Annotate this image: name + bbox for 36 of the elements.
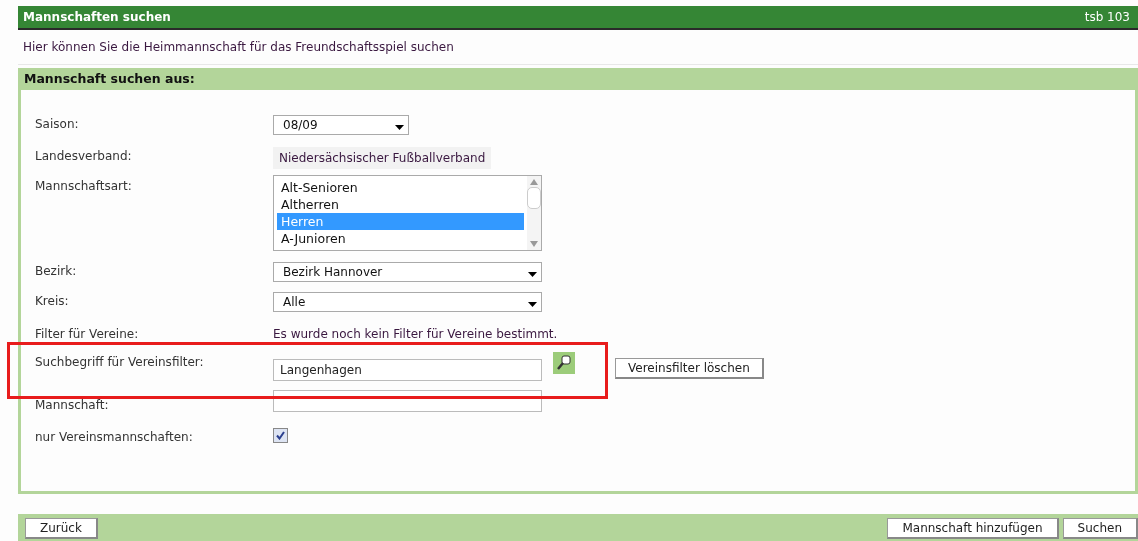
list-option[interactable]: Altherren: [277, 196, 524, 213]
back-button[interactable]: Zurück: [25, 517, 98, 539]
field-label: Filter für Vereine:: [35, 326, 140, 341]
panel-title: Mannschaft suchen aus:: [21, 68, 1135, 90]
footer-button[interactable]: Suchen: [1062, 517, 1138, 539]
caret-icon: [528, 272, 537, 277]
checkbox[interactable]: [273, 428, 288, 443]
field-label: Mannschaft:: [35, 397, 110, 412]
intro-text: Hier können Sie die Heimmannschaft für das Freundschaftsspiel suchen: [18, 30, 1138, 65]
field-label: Bezirk:: [35, 263, 78, 278]
page-code: tsb 103: [1084, 10, 1130, 24]
footer-button[interactable]: Mannschaft hinzufügen: [887, 517, 1059, 539]
clear-filter-button[interactable]: Vereinsfilter löschen: [615, 357, 764, 379]
scrollbar[interactable]: [527, 176, 541, 250]
dropdown[interactable]: 08/09: [273, 115, 409, 135]
field-label: Suchbegriff für Vereinsfilter:: [35, 354, 205, 369]
page-title: Mannschaften suchen: [23, 10, 171, 24]
scroll-down-icon[interactable]: [530, 241, 538, 247]
scroll-up-icon[interactable]: [530, 179, 538, 185]
field-label: Landesverband:: [35, 148, 133, 163]
field-label: Saison:: [35, 116, 80, 131]
dropdown[interactable]: Alle: [273, 292, 542, 312]
list-option[interactable]: Alt-Senioren: [277, 179, 524, 196]
search-icon: [556, 355, 572, 371]
field-value: Niedersächsischer Fußballverband: [273, 147, 492, 169]
caret-icon: [395, 125, 404, 130]
caret-icon: [528, 302, 537, 307]
search-field[interactable]: Langenhagen: [273, 359, 542, 381]
filter-status-text: Es wurde noch kein Filter für Vereine bestimmt.: [273, 326, 558, 341]
list-option[interactable]: A-Junioren: [277, 230, 524, 247]
field-label: nur Vereinsmannschaften:: [35, 429, 194, 444]
search-button[interactable]: [553, 352, 575, 374]
field-label: Kreis:: [35, 293, 70, 308]
listbox[interactable]: Alt-Senioren Altherren Herren A-Junioren: [273, 175, 542, 251]
field-label: Mannschaftsart:: [35, 178, 133, 193]
dropdown[interactable]: Bezirk Hannover: [273, 262, 542, 282]
